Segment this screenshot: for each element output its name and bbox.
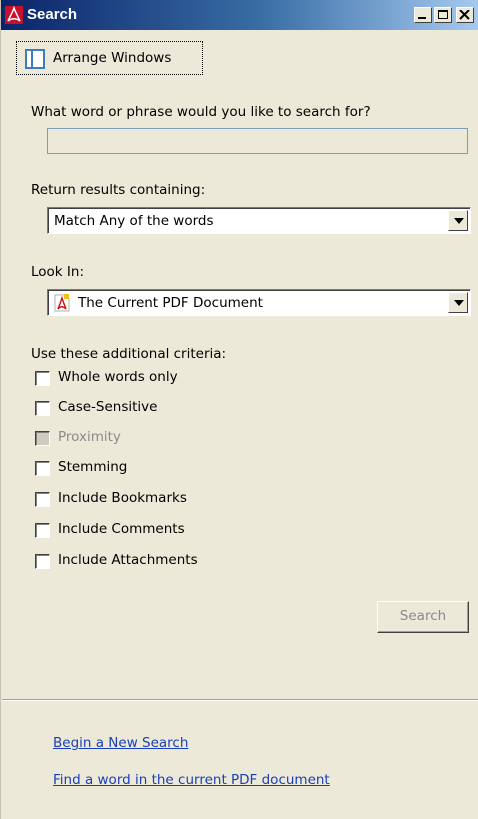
close-button[interactable]	[456, 7, 474, 23]
chevron-down-icon[interactable]	[448, 210, 468, 231]
minimize-button[interactable]	[414, 7, 432, 23]
checkbox-box[interactable]	[35, 492, 50, 507]
checkbox-label: Include Comments	[58, 521, 185, 537]
checkbox-label: Stemming	[58, 459, 128, 475]
search-button: Search	[377, 601, 469, 633]
return-results-dropdown[interactable]: Match Any of the words	[47, 207, 471, 234]
search-window: Search Arrange Windows What word or phra…	[0, 0, 478, 819]
window-title: Search	[27, 6, 78, 23]
return-results-label: Return results containing:	[31, 182, 206, 198]
begin-new-search-link[interactable]: Begin a New Search	[53, 735, 188, 751]
checkbox-label: Proximity	[58, 429, 121, 445]
pdf-document-icon	[54, 294, 70, 312]
checkbox-box[interactable]	[35, 371, 50, 386]
checkbox-box[interactable]	[35, 523, 50, 538]
maximize-button[interactable]	[434, 7, 452, 23]
checkbox-label: Include Bookmarks	[58, 490, 187, 506]
checkbox-box	[35, 431, 50, 446]
checkbox-box[interactable]	[35, 401, 50, 416]
arrange-windows-label: Arrange Windows	[53, 50, 172, 66]
divider	[2, 699, 478, 701]
arrange-windows-icon	[25, 49, 45, 69]
checkbox-label: Case-Sensitive	[58, 399, 158, 415]
minimize-icon	[418, 17, 426, 19]
close-icon	[459, 10, 470, 20]
chevron-down-icon[interactable]	[448, 292, 468, 313]
checkbox-box[interactable]	[35, 461, 50, 476]
look-in-dropdown[interactable]: The Current PDF Document	[47, 289, 471, 316]
look-in-selected: The Current PDF Document	[78, 295, 263, 311]
criteria-label: Use these additional criteria:	[31, 346, 227, 362]
maximize-icon	[438, 10, 448, 19]
title-bar[interactable]: Search	[1, 0, 478, 30]
arrange-windows-button[interactable]: Arrange Windows	[16, 41, 203, 75]
look-in-label: Look In:	[31, 264, 84, 280]
acrobat-logo-icon	[5, 6, 23, 24]
search-phrase-input[interactable]	[47, 128, 468, 154]
return-results-selected: Match Any of the words	[54, 213, 214, 229]
search-phrase-label: What word or phrase would you like to se…	[31, 104, 371, 120]
find-word-link[interactable]: Find a word in the current PDF document	[53, 772, 330, 788]
checkbox-label: Include Attachments	[58, 552, 198, 568]
checkbox-label: Whole words only	[58, 369, 178, 385]
checkbox-box[interactable]	[35, 554, 50, 569]
